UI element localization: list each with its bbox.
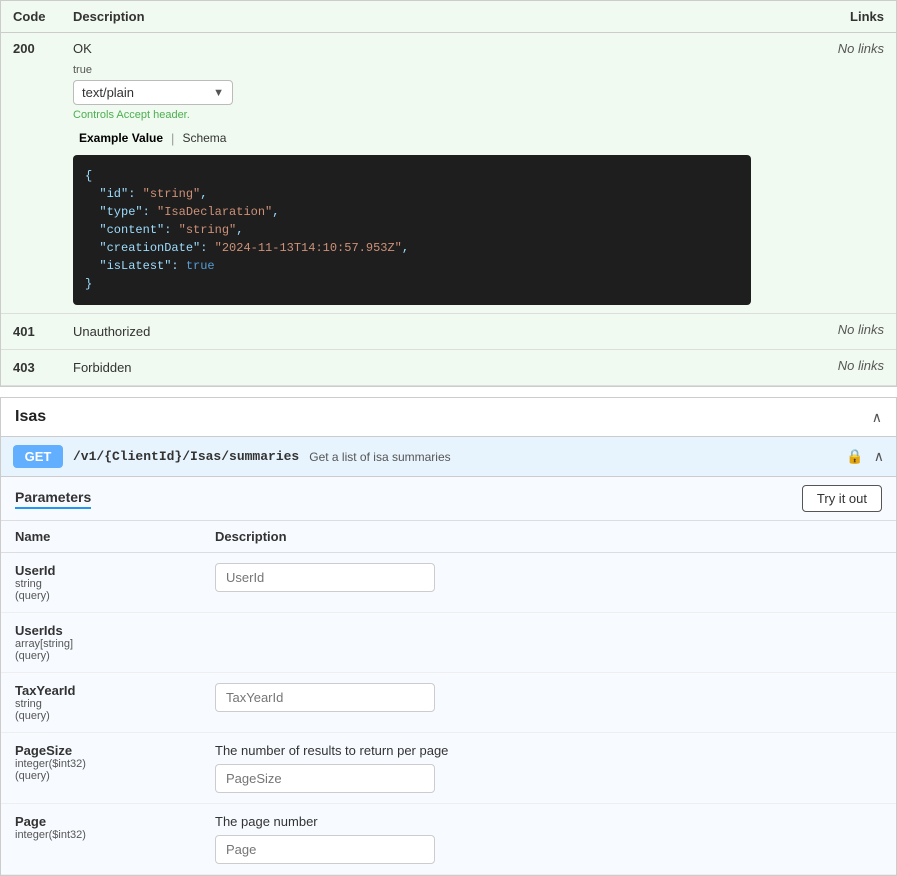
example-value-tab[interactable]: Example Value xyxy=(73,129,169,149)
table-row: UserIds array[string] (query) xyxy=(1,613,896,673)
params-col-name: Name xyxy=(1,521,201,553)
param-page-name: Page xyxy=(15,814,187,829)
param-userid-type: string xyxy=(15,578,187,590)
param-pagesize-type: integer($int32) xyxy=(15,758,187,770)
dropdown-chevron-icon: ▼ xyxy=(213,87,224,99)
table-row: 403 Forbidden No links xyxy=(1,350,896,386)
col-header-code: Code xyxy=(1,1,61,33)
table-row: PageSize integer($int32) (query) The num… xyxy=(1,733,896,804)
param-page-type: integer($int32) xyxy=(15,829,187,841)
response-403-description: Forbidden xyxy=(61,350,763,386)
response-401-description: Unauthorized xyxy=(61,314,763,350)
response-200-description: OK xyxy=(73,41,751,56)
parameters-tab[interactable]: Parameters xyxy=(15,489,91,509)
param-userid-scope: (query) xyxy=(15,590,187,602)
param-userids-name: UserIds xyxy=(15,623,187,638)
param-userids-type: array[string] xyxy=(15,638,187,650)
param-taxyearid-type: string xyxy=(15,698,187,710)
param-pagesize-desc-cell: The number of results to return per page xyxy=(201,733,896,804)
endpoint-chevron-icon[interactable]: ∧ xyxy=(874,448,884,465)
get-method-badge: GET xyxy=(13,445,63,468)
param-userids-cell: UserIds array[string] (query) xyxy=(1,613,201,673)
response-200-links: No links xyxy=(763,33,896,314)
endpoint-description: Get a list of isa summaries xyxy=(309,450,836,464)
isas-collapse-icon[interactable]: ∧ xyxy=(872,409,882,426)
param-taxyearid-cell: TaxYearId string (query) xyxy=(1,673,201,733)
response-401-links: No links xyxy=(763,314,896,350)
isas-title: Isas xyxy=(15,408,46,426)
param-userid-desc-cell xyxy=(201,553,896,613)
parameters-area: Parameters Try it out Name Description U… xyxy=(1,477,896,875)
table-row: UserId string (query) xyxy=(1,553,896,613)
table-row: Page integer($int32) The page number xyxy=(1,804,896,875)
param-page-input[interactable] xyxy=(215,835,435,864)
response-code-200: 200 xyxy=(1,33,61,314)
col-header-links: Links xyxy=(763,1,896,33)
media-type-value: text/plain xyxy=(82,85,134,100)
param-userids-scope: (query) xyxy=(15,650,187,662)
param-userids-desc-cell xyxy=(201,613,896,673)
param-page-cell: Page integer($int32) xyxy=(1,804,201,875)
param-taxyearid-name: TaxYearId xyxy=(15,683,187,698)
isas-section-header[interactable]: Isas ∧ xyxy=(1,398,896,437)
col-header-description: Description xyxy=(61,1,763,33)
param-pagesize-input[interactable] xyxy=(215,764,435,793)
param-pagesize-scope: (query) xyxy=(15,770,187,782)
param-taxyearid-scope: (query) xyxy=(15,710,187,722)
param-pagesize-cell: PageSize integer($int32) (query) xyxy=(1,733,201,804)
response-403-links: No links xyxy=(763,350,896,386)
code-block-200: { "id": "string", "type": "IsaDeclaratio… xyxy=(73,155,751,305)
lock-icon: 🔒 xyxy=(846,448,863,465)
schema-tab[interactable]: Schema xyxy=(176,129,232,149)
responses-table: Code Description Links 200 OK true text/… xyxy=(1,1,896,386)
param-taxyearid-input[interactable] xyxy=(215,683,435,712)
response-code-403: 403 xyxy=(1,350,61,386)
tab-separator: | xyxy=(169,129,176,149)
param-pagesize-name: PageSize xyxy=(15,743,187,758)
param-userid-name: UserId xyxy=(15,563,187,578)
params-col-description: Description xyxy=(201,521,896,553)
media-type-select[interactable]: text/plain ▼ xyxy=(73,80,233,105)
try-it-out-button[interactable]: Try it out xyxy=(802,485,882,512)
endpoint-path: /v1/{ClientId}/Isas/summaries xyxy=(73,449,299,464)
response-code-401: 401 xyxy=(1,314,61,350)
media-type-label: true xyxy=(73,64,751,76)
response-200-cell: OK true text/plain ▼ Controls Accept hea… xyxy=(61,33,763,314)
param-taxyearid-desc-cell xyxy=(201,673,896,733)
param-userid-input[interactable] xyxy=(215,563,435,592)
param-pagesize-description: The number of results to return per page xyxy=(215,743,882,758)
param-page-desc-cell: The page number xyxy=(201,804,896,875)
params-tab-bar: Parameters Try it out xyxy=(1,477,896,521)
param-userid-cell: UserId string (query) xyxy=(1,553,201,613)
responses-section: Code Description Links 200 OK true text/… xyxy=(0,0,897,387)
example-schema-tabs: Example Value | Schema xyxy=(73,129,751,149)
endpoint-bar[interactable]: GET /v1/{ClientId}/Isas/summaries Get a … xyxy=(1,437,896,477)
params-table: Name Description UserId string (query) xyxy=(1,521,896,875)
param-page-description: The page number xyxy=(215,814,882,829)
isas-section: Isas ∧ GET /v1/{ClientId}/Isas/summaries… xyxy=(0,397,897,876)
table-row: 401 Unauthorized No links xyxy=(1,314,896,350)
controls-accept-label: Controls Accept header. xyxy=(73,109,751,121)
table-row: 200 OK true text/plain ▼ Controls Accept… xyxy=(1,33,896,314)
table-row: TaxYearId string (query) xyxy=(1,673,896,733)
